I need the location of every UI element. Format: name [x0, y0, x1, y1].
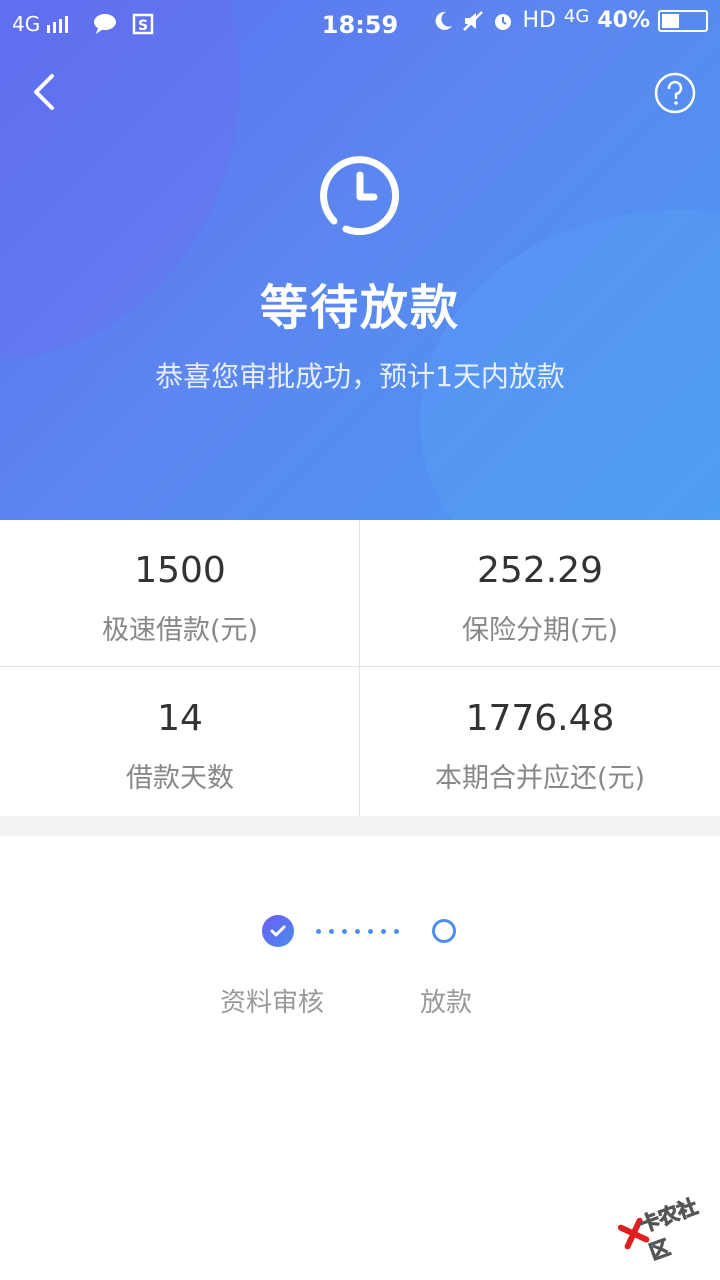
- total-due-label: 本期合并应还(元): [434, 763, 646, 794]
- loan-days-label: 借款天数: [126, 763, 234, 794]
- step-done-indicator: [262, 915, 294, 947]
- help-question-icon[interactable]: [654, 72, 696, 114]
- connector-dot: [316, 929, 321, 934]
- summary-cell-insurance: 252.29 保险分期(元): [360, 520, 720, 668]
- battery-level: [662, 13, 679, 28]
- total-due-value: 1776.48: [465, 698, 615, 739]
- network-right-label: 4G: [563, 6, 590, 27]
- connector-dot: [368, 929, 373, 934]
- insurance-value: 252.29: [477, 550, 603, 591]
- moon-icon: [436, 11, 453, 30]
- connector-dot: [381, 929, 386, 934]
- grid-divider-horizontal: [0, 666, 720, 667]
- grid-divider-vertical: [359, 520, 360, 816]
- loan-summary-grid: 1500 极速借款(元) 252.29 保险分期(元) 14 借款天数 1776…: [0, 520, 720, 816]
- hd-label: HD: [522, 8, 556, 33]
- step-label-disburse: 放款: [420, 988, 473, 1018]
- mute-icon: [463, 10, 484, 31]
- watermark-logo: 卡农社区: [611, 1175, 720, 1266]
- connector-dot: [394, 929, 399, 934]
- page-subtitle: 恭喜您审批成功，预计1天内放款: [155, 360, 565, 393]
- insurance-label: 保险分期(元): [461, 615, 619, 646]
- loan-amount-value: 1500: [134, 550, 226, 591]
- connector-dot: [355, 929, 360, 934]
- battery-percent: 40%: [597, 8, 650, 33]
- check-icon: [270, 925, 286, 937]
- summary-cell-total-due: 1776.48 本期合并应还(元): [360, 668, 720, 816]
- connector-dot: [329, 929, 334, 934]
- section-separator: [0, 816, 720, 836]
- watermark-text: 卡农社区: [636, 1194, 702, 1265]
- step-label-review: 资料审核: [220, 988, 325, 1018]
- summary-cell-loan-days: 14 借款天数: [0, 668, 360, 816]
- header-banner: 4G S 18:59 HD 4G 40% 等待放款 恭喜您审批成功，预计1天内放…: [0, 0, 720, 520]
- step-connector-dots: [316, 929, 399, 934]
- status-right: HD 4G 40%: [432, 6, 708, 33]
- loan-days-value: 14: [157, 698, 203, 739]
- loan-amount-label: 极速借款(元): [101, 615, 259, 646]
- summary-cell-loan-amount: 1500 极速借款(元): [0, 520, 360, 668]
- status-bar: 4G S 18:59 HD 4G 40%: [0, 0, 720, 50]
- page-title: 等待放款: [259, 280, 460, 336]
- battery-icon: [658, 9, 708, 32]
- back-arrow-icon[interactable]: [24, 70, 68, 114]
- alarm-icon: [495, 13, 512, 30]
- clock-icon: [320, 156, 400, 235]
- step-pending-indicator: [432, 919, 456, 943]
- connector-dot: [342, 929, 347, 934]
